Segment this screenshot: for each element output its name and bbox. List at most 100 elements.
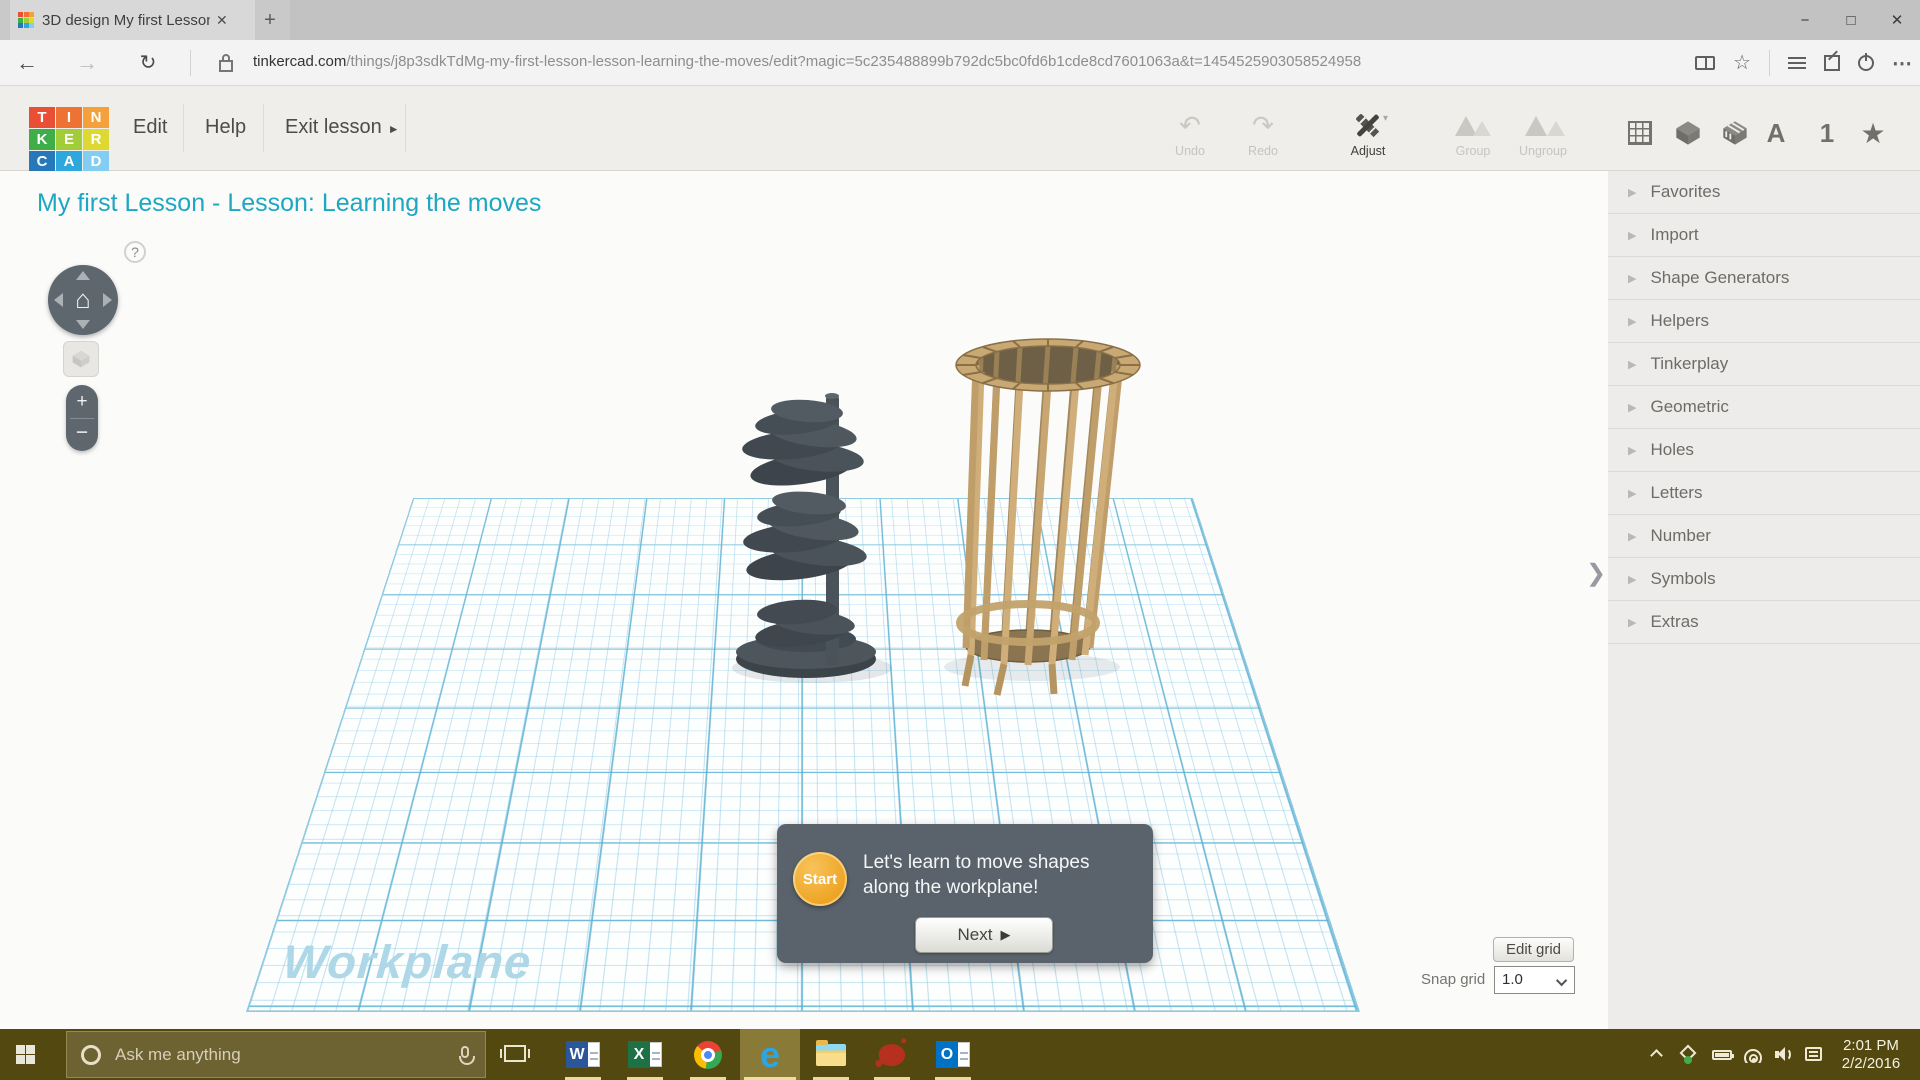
next-button[interactable]: Next ▶ [915, 917, 1053, 953]
cortana-search-box[interactable]: Ask me anything [66, 1031, 486, 1078]
sidebar-item-helpers[interactable]: ▶Helpers [1608, 300, 1920, 343]
home-view-icon[interactable]: ⌂ [48, 283, 118, 315]
next-button-label: Next [958, 925, 993, 945]
view-navigation-gizmo[interactable]: ⌂ [48, 265, 118, 335]
web-note-icon[interactable] [1824, 55, 1840, 71]
expand-arrow-icon: ▶ [1628, 229, 1636, 242]
letters-panel-icon[interactable]: A [1758, 116, 1794, 150]
sidebar-item-holes[interactable]: ▶Holes [1608, 429, 1920, 472]
volume-icon[interactable] [1775, 1047, 1793, 1062]
3d-viewport[interactable]: Workplane [0, 171, 1596, 1029]
tab-title: 3D design My first Lesson [42, 12, 210, 29]
share-icon[interactable] [1858, 55, 1874, 71]
sidebar-item-label: Letters [1650, 483, 1702, 503]
rotate-down-icon[interactable] [76, 320, 90, 329]
group-label: Group [1441, 144, 1505, 158]
taskbar-word[interactable]: W [557, 1029, 609, 1080]
rotate-up-icon[interactable] [76, 271, 90, 280]
sidebar-item-letters[interactable]: ▶ Letters [1608, 472, 1920, 515]
expand-arrow-icon: ▶ [1628, 487, 1636, 500]
tinkercad-logo[interactable]: T I N K E R C A D [29, 107, 108, 173]
taskbar-file-explorer[interactable] [805, 1029, 857, 1080]
tab-bar-empty-area [290, 0, 1920, 40]
tinkercad-header: T I N K E R C A D Edit Help Exit lesson►… [0, 86, 1920, 171]
solid-cube-icon[interactable] [1670, 116, 1706, 150]
maximize-button[interactable]: □ [1828, 0, 1874, 40]
adjust-icon: ▾ [1352, 111, 1384, 139]
refresh-button[interactable]: ↻ [132, 48, 164, 78]
back-button[interactable]: ← [11, 48, 43, 78]
start-badge: Start [793, 852, 847, 906]
chrome-icon [694, 1041, 722, 1069]
tooltip-message: Let's learn to move shapes along the wor… [863, 850, 1135, 900]
adjust-button[interactable]: ▾ Adjust [1336, 110, 1400, 158]
sidebar-item-tinkerplay[interactable]: ▶Tinkerplay [1608, 343, 1920, 386]
task-view-button[interactable] [504, 1045, 526, 1062]
expand-arrow-icon: ▶ [1628, 616, 1636, 629]
menu-edit[interactable]: Edit [133, 116, 167, 139]
hub-icon[interactable] [1788, 57, 1806, 69]
logo-tile: I [56, 107, 82, 128]
snap-grid-select[interactable]: 1.0 [1494, 966, 1575, 994]
microphone-icon[interactable] [461, 1046, 469, 1058]
expand-arrow-icon: ▶ [1628, 186, 1636, 199]
menu-exit-lesson[interactable]: Exit lesson► [285, 116, 400, 139]
zoom-out-button[interactable]: − [66, 419, 98, 449]
sidebar-item-symbols[interactable]: ▶Symbols [1608, 558, 1920, 601]
view-cube-button[interactable] [63, 341, 99, 377]
sidebar-item-import[interactable]: ▶ Import [1608, 214, 1920, 257]
redo-button[interactable]: ↷ Redo [1231, 110, 1295, 158]
taskbar-ink-app[interactable] [866, 1029, 918, 1080]
wifi-icon[interactable] [1743, 1048, 1765, 1063]
new-tab-button[interactable]: + [258, 8, 282, 32]
browser-tab[interactable]: 3D design My first Lesson ✕ [10, 0, 255, 40]
window-controls: − □ ✕ [1782, 0, 1920, 40]
url-field[interactable]: tinkercad.com/things/j8p3sdkTdMg-my-firs… [253, 53, 1583, 70]
hole-cube-icon[interactable] [1717, 116, 1753, 150]
numbers-panel-icon[interactable]: 1 [1809, 116, 1845, 150]
lock-icon [218, 53, 234, 73]
lesson-tooltip: Start Let's learn to move shapes along t… [777, 824, 1153, 963]
snap-grid-label: Snap grid [1421, 971, 1485, 988]
menu-help[interactable]: Help [205, 116, 246, 139]
more-actions-icon[interactable]: ⋯ [1892, 51, 1912, 76]
shapes-grid-icon[interactable] [1622, 116, 1658, 150]
taskbar-chrome[interactable] [682, 1029, 734, 1080]
reading-view-icon[interactable] [1695, 56, 1715, 70]
taskbar-clock[interactable]: 2:01 PM 2/2/2016 [1830, 1037, 1912, 1073]
battery-icon[interactable] [1712, 1050, 1732, 1060]
tab-close-icon[interactable]: ✕ [216, 12, 228, 29]
taskbar-outlook[interactable]: O [927, 1029, 979, 1080]
taskbar-edge[interactable]: e [744, 1029, 796, 1080]
taskbar-excel[interactable]: X [619, 1029, 671, 1080]
sidebar-item-label: Import [1650, 225, 1698, 245]
address-divider [1769, 50, 1770, 76]
sidebar-item-shape-generators[interactable]: ▶Shape Generators [1608, 257, 1920, 300]
tray-expand-icon[interactable] [1650, 1049, 1663, 1062]
expand-arrow-icon: ▶ [1628, 401, 1636, 414]
ungroup-button[interactable]: Ungroup [1511, 110, 1575, 158]
sidebar-item-favorites[interactable]: ▶Favorites [1608, 171, 1920, 214]
file-explorer-icon [816, 1044, 846, 1066]
adjust-label: Adjust [1336, 144, 1400, 158]
close-window-button[interactable]: ✕ [1874, 0, 1920, 40]
sidebar-item-geometric[interactable]: ▶Geometric [1608, 386, 1920, 429]
undo-button[interactable]: ↶ Undo [1158, 110, 1222, 158]
favorites-panel-icon[interactable]: ★ [1855, 116, 1891, 150]
add-favorite-icon[interactable]: ☆ [1733, 53, 1751, 73]
url-path: /things/j8p3sdkTdMg-my-first-lesson-less… [346, 53, 1361, 70]
minimize-button[interactable]: − [1782, 0, 1828, 40]
dropbox-tray-icon[interactable] [1680, 1045, 1697, 1062]
screen: 3D design My first Lesson ✕ + − □ ✕ ← → … [0, 0, 1920, 1080]
action-center-icon[interactable] [1805, 1047, 1822, 1061]
sidebar-collapse-chevron[interactable]: ❯ [1584, 543, 1608, 603]
redo-label: Redo [1231, 144, 1295, 158]
sidebar-item-number[interactable]: ▶Number [1608, 515, 1920, 558]
edit-grid-button[interactable]: Edit grid [1493, 937, 1574, 962]
zoom-in-button[interactable]: + [66, 387, 98, 417]
sidebar-item-extras[interactable]: ▶Extras [1608, 601, 1920, 644]
help-button[interactable]: ? [124, 241, 146, 263]
ink-splat-icon [877, 1041, 907, 1068]
start-button[interactable] [16, 1045, 36, 1064]
group-button[interactable]: Group [1441, 110, 1505, 158]
